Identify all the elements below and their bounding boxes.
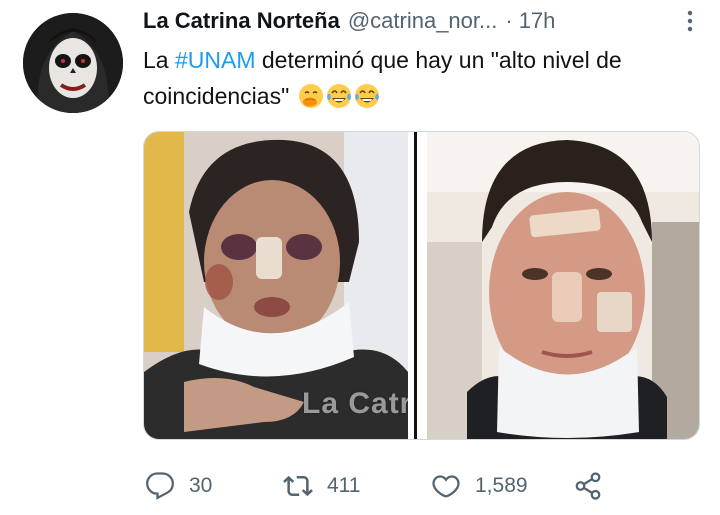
reply-count: 30 <box>189 474 213 497</box>
share-icon <box>575 472 601 500</box>
like-button[interactable]: 1,589 <box>431 466 528 506</box>
reply-button[interactable]: 30 <box>145 466 212 506</box>
retweet-count: 411 <box>327 474 361 497</box>
media-divider <box>408 132 427 439</box>
retweet-button[interactable]: 411 <box>283 466 360 506</box>
media-watermark: La Catrina <box>302 387 408 420</box>
separator-dot: · <box>505 8 513 33</box>
tweet-media[interactable]: La Catrina <box>143 131 700 440</box>
user-handle[interactable]: @catrina_nor... <box>348 8 498 34</box>
reply-icon <box>146 472 174 500</box>
tears-of-joy-emoji-icon <box>326 83 352 109</box>
tears-of-joy-emoji-icon <box>354 83 380 109</box>
tweet-actions: 30 411 1,589 <box>143 466 623 506</box>
photo-right[interactable] <box>427 132 699 439</box>
like-count: 1,589 <box>475 474 528 497</box>
face-with-hand-over-mouth-emoji-icon <box>298 83 324 109</box>
retweet-icon <box>283 475 313 497</box>
photo-left[interactable]: La Catrina <box>144 132 408 439</box>
tweet-text-before: La <box>143 47 175 73</box>
tweet-text: La #UNAM determinó que hay un "alto nive… <box>143 42 703 114</box>
hashtag-link[interactable]: #UNAM <box>175 47 256 73</box>
heart-icon <box>432 475 460 498</box>
timestamp[interactable]: 17h <box>519 8 556 34</box>
avatar-catrina-image <box>23 13 123 113</box>
tweet-header: La Catrina Norteña @catrina_nor... · 17h <box>143 6 700 36</box>
more-options-icon[interactable] <box>680 9 700 33</box>
avatar[interactable] <box>23 13 123 113</box>
share-button[interactable] <box>573 466 603 506</box>
display-name[interactable]: La Catrina Norteña <box>143 8 340 34</box>
